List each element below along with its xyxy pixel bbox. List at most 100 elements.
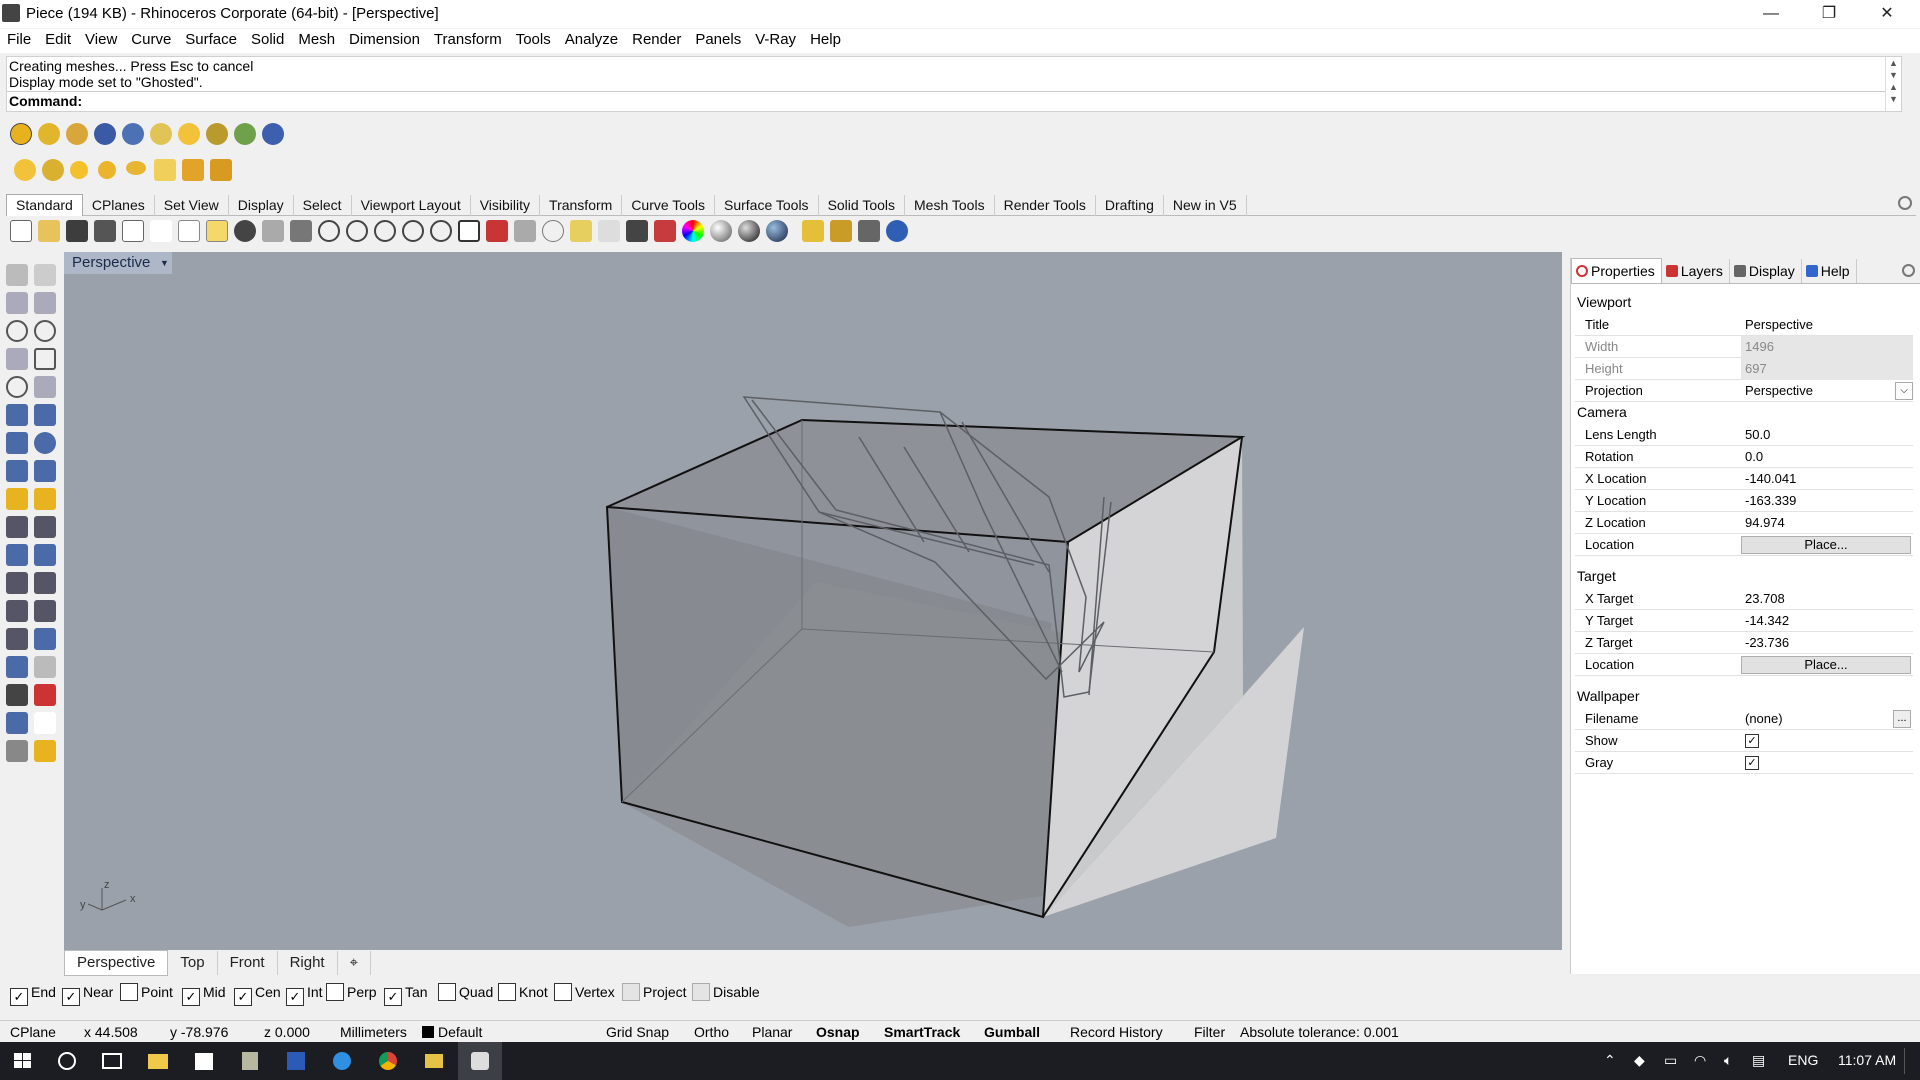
polyline-icon[interactable] [6, 292, 28, 314]
dimension-tool-icon[interactable] [34, 656, 56, 678]
file-explorer-icon[interactable] [136, 1042, 180, 1080]
panel-tab-properties[interactable]: Properties [1571, 258, 1662, 283]
show-desktop-button[interactable] [1904, 1048, 1918, 1074]
tab-mesh-tools[interactable]: Mesh Tools [905, 195, 995, 216]
material-icon[interactable] [34, 740, 56, 762]
color-wheel-icon[interactable] [682, 220, 704, 242]
render-icon[interactable] [94, 123, 116, 145]
z-target-field[interactable]: -23.736 [1745, 635, 1789, 650]
sphere-icon[interactable] [34, 432, 56, 454]
block-icon[interactable] [6, 712, 28, 734]
osnap-quad-checkbox[interactable] [438, 983, 456, 1001]
group-icon[interactable] [34, 544, 56, 566]
store-icon[interactable] [182, 1042, 226, 1080]
osnap-toolbar-icon[interactable] [570, 220, 592, 242]
extrude-icon[interactable] [34, 460, 56, 482]
fillet-icon[interactable] [34, 376, 56, 398]
minimize-button[interactable]: — [1742, 0, 1800, 28]
y-target-field[interactable]: -14.342 [1745, 613, 1789, 628]
osnap-knot-checkbox[interactable] [498, 983, 516, 1001]
help-icon[interactable] [262, 123, 284, 145]
split-icon[interactable] [34, 488, 56, 510]
notepad-app-icon[interactable] [228, 1042, 272, 1080]
osnap-int-checkbox[interactable]: ✓ [286, 988, 304, 1006]
menu-panels[interactable]: Panels [688, 29, 748, 51]
prop-title-value[interactable]: Perspective [1745, 317, 1813, 332]
wifi-icon[interactable]: ◠ [1694, 1052, 1706, 1069]
status-osnap[interactable]: Osnap [816, 1023, 860, 1041]
filter-icon[interactable] [802, 220, 824, 242]
tab-drafting[interactable]: Drafting [1096, 195, 1164, 216]
y-location-field[interactable]: -163.339 [1745, 493, 1796, 508]
analyze-icon[interactable] [34, 684, 56, 706]
menu-solid[interactable]: Solid [244, 29, 291, 51]
curve-icon[interactable] [34, 292, 56, 314]
boolean-icon[interactable] [6, 544, 28, 566]
rotation-field[interactable]: 0.0 [1745, 449, 1763, 464]
undo-view-icon[interactable] [430, 220, 452, 242]
menu-view[interactable]: View [78, 29, 124, 51]
loft-icon[interactable] [34, 404, 56, 426]
viewport-tab-perspective[interactable]: Perspective [64, 950, 169, 976]
battery-icon[interactable]: ▭ [1664, 1052, 1677, 1069]
arc-icon[interactable] [6, 348, 28, 370]
rect-light-icon[interactable] [210, 159, 232, 181]
join-icon[interactable] [34, 516, 56, 538]
osnap-project-checkbox[interactable] [622, 983, 640, 1001]
osnap-mid-checkbox[interactable]: ✓ [182, 988, 200, 1006]
rendered-sphere-icon[interactable] [710, 220, 732, 242]
move-view-icon[interactable] [290, 220, 312, 242]
tray-chevron-up-icon[interactable]: ⌃ [1604, 1052, 1616, 1069]
new-file-icon[interactable] [10, 220, 32, 242]
wallpaper-gray-checkbox[interactable]: ✓ [1745, 756, 1759, 770]
vray-frame-icon[interactable] [66, 123, 88, 145]
command-input[interactable] [87, 93, 1877, 111]
osnap-knot[interactable]: Knot [498, 983, 548, 1001]
edge-icon[interactable] [320, 1042, 364, 1080]
sky-icon[interactable] [206, 123, 228, 145]
sphere-light-icon[interactable] [98, 161, 116, 179]
check-icon[interactable] [34, 712, 56, 734]
point-icon[interactable] [34, 264, 56, 286]
volume-icon[interactable]: 🔈︎ [1724, 1052, 1732, 1069]
spot-light-icon[interactable] [42, 159, 64, 181]
status-record-history[interactable]: Record History [1070, 1023, 1163, 1041]
tab-viewport-layout[interactable]: Viewport Layout [352, 195, 471, 216]
osnap-tan[interactable]: ✓ Tan [384, 983, 428, 1006]
add-viewport-tab-icon[interactable]: ⌖ [338, 951, 372, 975]
undo-icon[interactable] [234, 220, 256, 242]
notifications-icon[interactable]: ▤ [1752, 1052, 1765, 1069]
paste-icon[interactable] [206, 220, 228, 242]
osnap-project[interactable]: Project [622, 983, 687, 1001]
copy-icon[interactable] [178, 220, 200, 242]
status-filter[interactable]: Filter [1194, 1023, 1225, 1041]
light-icon[interactable] [150, 123, 172, 145]
menu-file[interactable]: File [0, 29, 38, 51]
rectangle-icon[interactable] [34, 348, 56, 370]
tab-transform[interactable]: Transform [540, 195, 623, 216]
dropbox-tray-icon[interactable]: ◆ [1634, 1052, 1645, 1069]
zoom-window-icon[interactable] [346, 220, 368, 242]
material-editor-icon[interactable] [10, 123, 32, 145]
light-bulb-icon[interactable] [598, 220, 620, 242]
status-units[interactable]: Millimeters [340, 1023, 407, 1041]
task-view-icon[interactable] [90, 1042, 134, 1080]
status-smarttrack[interactable]: SmartTrack [884, 1023, 960, 1041]
osnap-disable-checkbox[interactable] [692, 983, 710, 1001]
layer-icon[interactable] [654, 220, 676, 242]
clock-time[interactable]: 11:07 AM [1838, 1052, 1896, 1068]
status-layer[interactable]: Default [422, 1023, 482, 1041]
command-scrollbar[interactable]: ▲ ▼ ▲ ▼ [1885, 57, 1901, 111]
box-icon[interactable] [6, 432, 28, 454]
page-setup-icon[interactable] [122, 220, 144, 242]
viewport-tab-top[interactable]: Top [168, 951, 218, 975]
close-button[interactable]: ✕ [1858, 0, 1916, 28]
osnap-disable[interactable]: Disable [692, 983, 760, 1001]
viewport-tab-front[interactable]: Front [218, 951, 278, 975]
lens-length-field[interactable]: 50.0 [1745, 427, 1770, 442]
panel-tab-display[interactable]: Display [1730, 259, 1802, 283]
search-icon[interactable] [46, 1042, 90, 1080]
car-icon[interactable] [486, 220, 508, 242]
input-language[interactable]: ENG [1788, 1052, 1818, 1068]
toolbar-settings-gear-icon[interactable] [1898, 196, 1912, 210]
